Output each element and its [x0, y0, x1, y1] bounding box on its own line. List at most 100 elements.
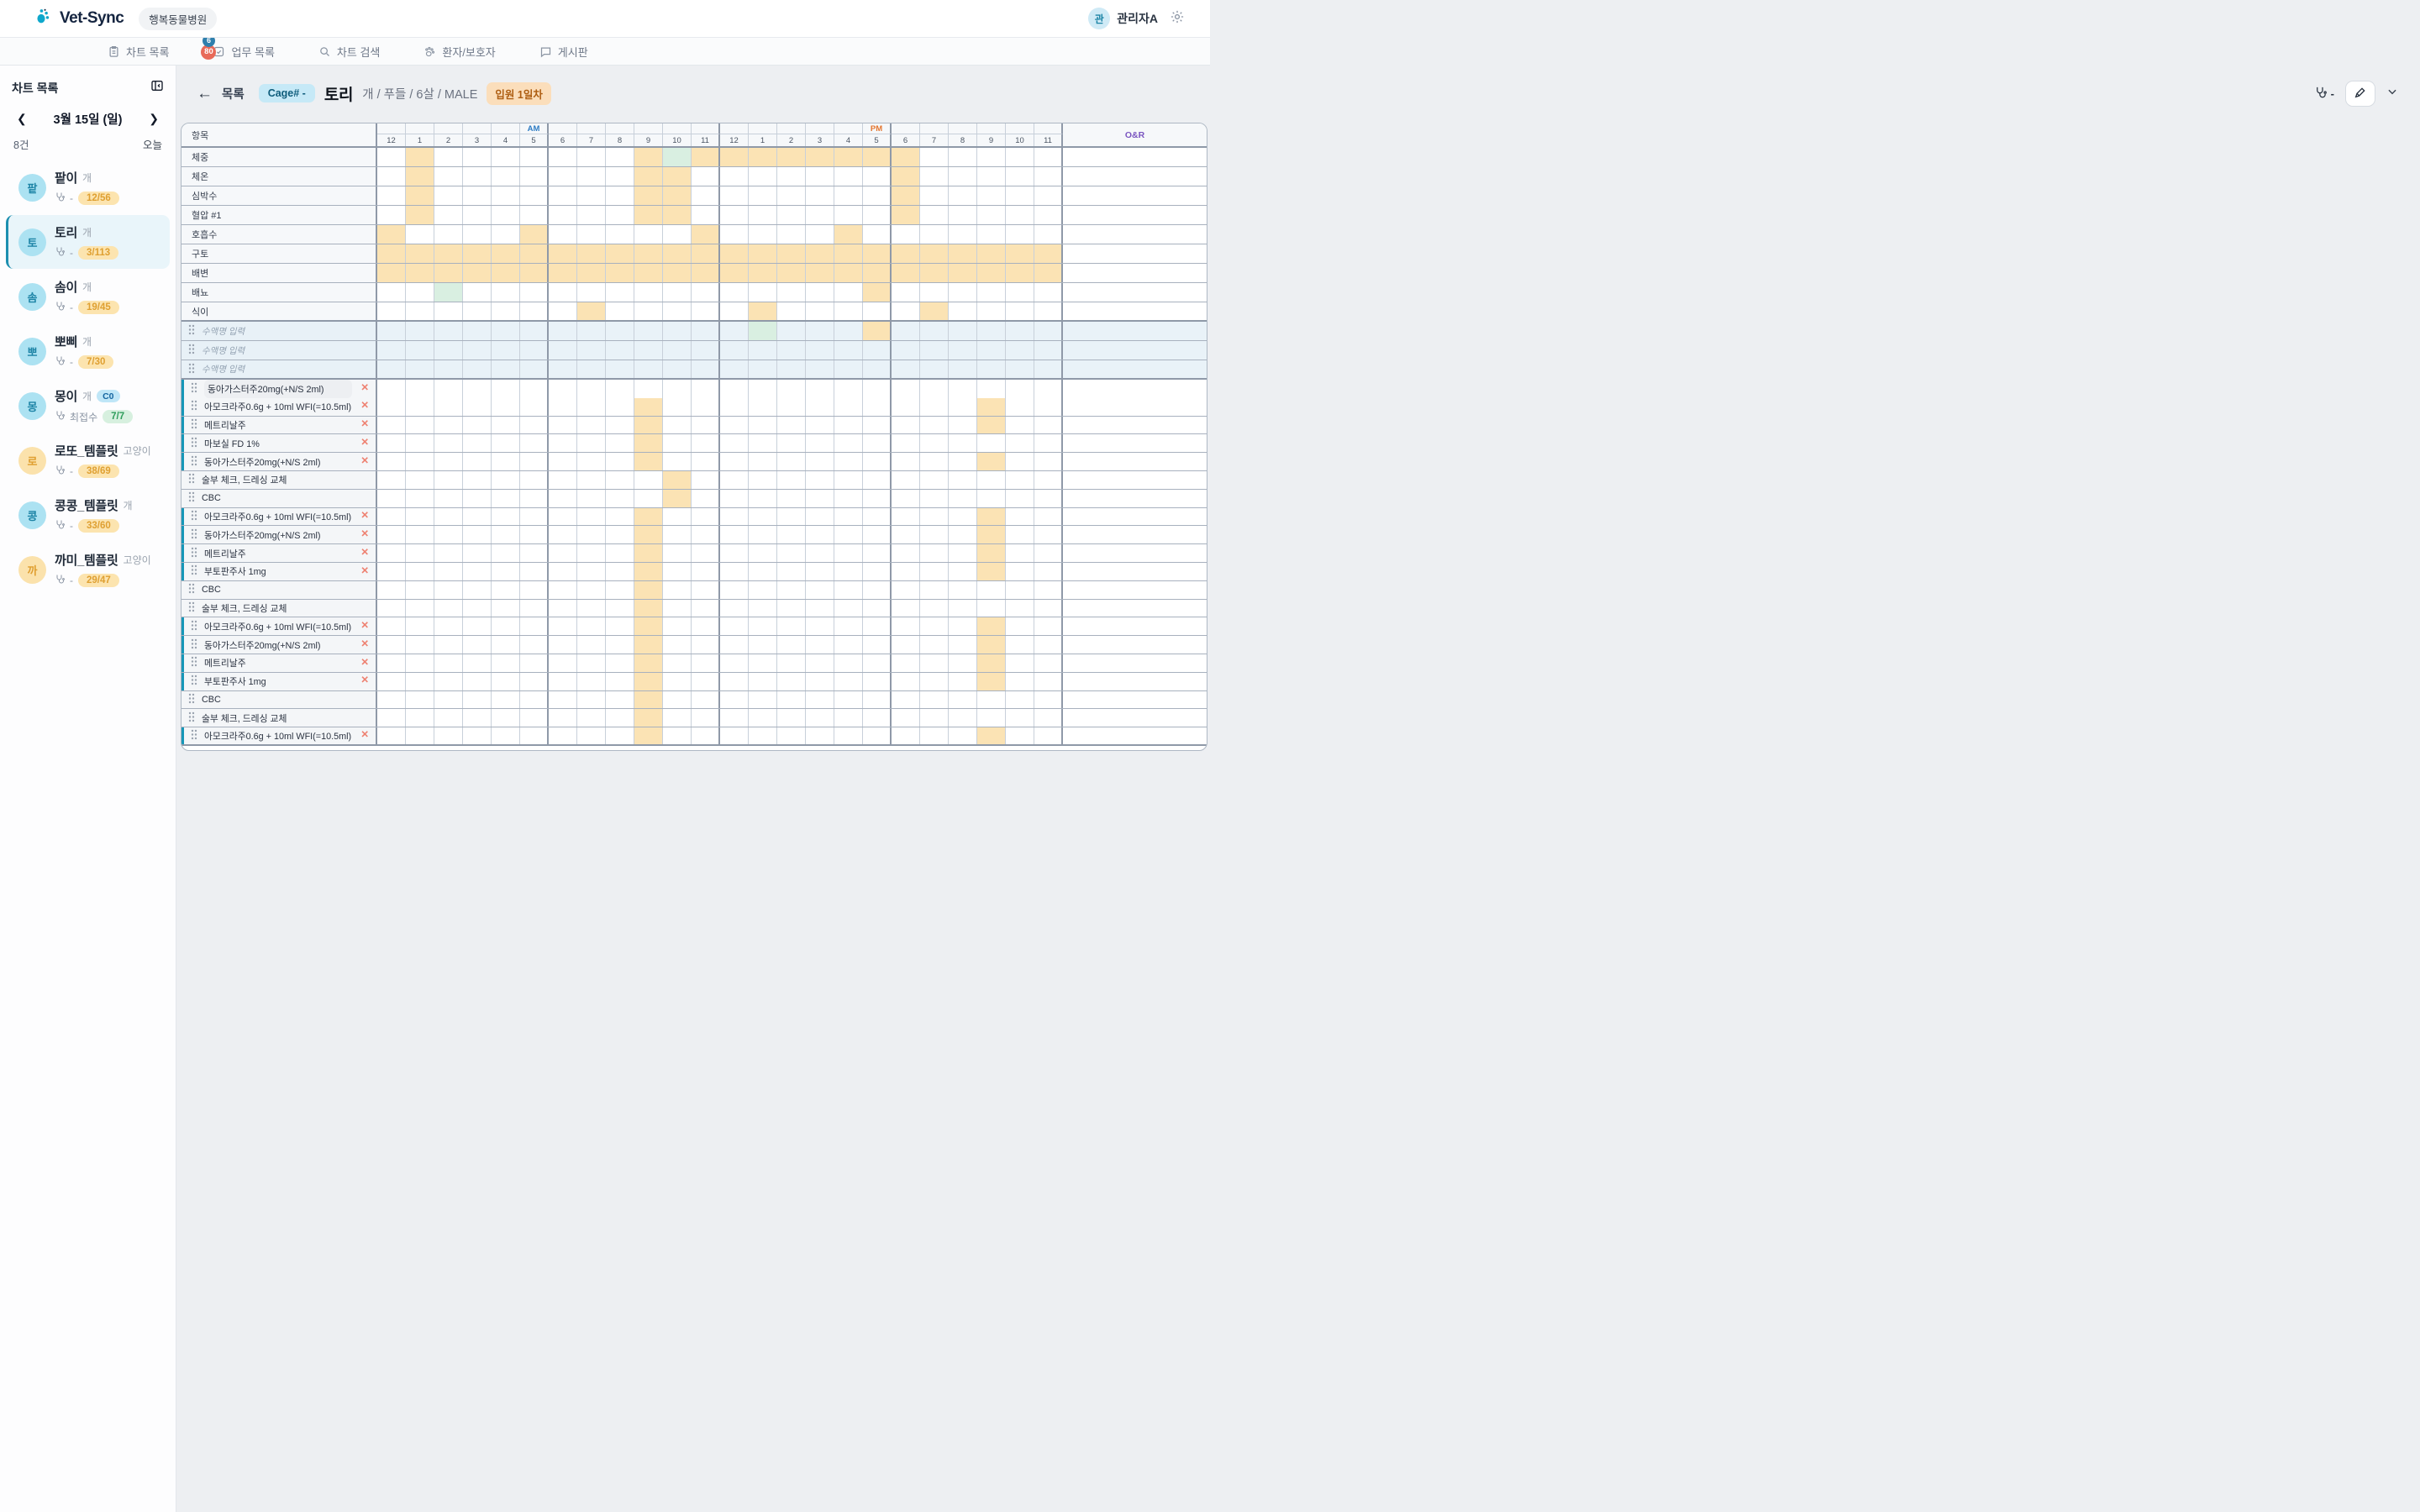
vital-cell[interactable]	[406, 148, 434, 166]
medication-cell[interactable]	[834, 380, 863, 398]
medication-cell[interactable]	[463, 654, 492, 672]
medication-cell[interactable]	[892, 544, 920, 562]
oar-cell[interactable]	[1063, 563, 1207, 580]
vital-row-label[interactable]: 배뇨	[182, 283, 377, 302]
fluid-cell[interactable]	[634, 360, 663, 378]
medication-cell[interactable]	[634, 471, 663, 489]
medication-cell[interactable]	[549, 508, 577, 526]
oar-cell[interactable]	[1063, 636, 1207, 654]
fluid-cell[interactable]	[1034, 341, 1063, 360]
medication-cell[interactable]	[1006, 581, 1034, 599]
medication-cell[interactable]	[463, 508, 492, 526]
medication-cell[interactable]	[549, 398, 577, 416]
vital-cell[interactable]	[1034, 167, 1063, 186]
medication-cell[interactable]	[892, 617, 920, 635]
vital-cell[interactable]	[520, 206, 549, 224]
vital-cell[interactable]	[1006, 283, 1034, 302]
medication-cell[interactable]	[1034, 636, 1063, 654]
medication-cell[interactable]	[863, 563, 892, 580]
vital-cell[interactable]	[692, 264, 720, 282]
medication-row-label[interactable]: 술부 체크, 드레싱 교체	[182, 471, 377, 489]
vital-cell[interactable]	[377, 148, 406, 166]
medication-cell[interactable]	[692, 380, 720, 398]
medication-cell[interactable]	[434, 727, 463, 744]
medication-cell[interactable]	[520, 600, 549, 617]
medication-cell[interactable]	[606, 490, 634, 507]
remove-medication-button[interactable]: ✕	[360, 420, 369, 430]
medication-cell[interactable]	[377, 544, 406, 562]
medication-cell[interactable]	[549, 727, 577, 744]
medication-cell[interactable]	[663, 709, 692, 727]
vital-cell[interactable]	[549, 225, 577, 244]
medication-cell[interactable]	[406, 600, 434, 617]
vital-cell[interactable]	[1034, 225, 1063, 244]
medication-cell[interactable]	[377, 673, 406, 690]
medication-cell[interactable]	[720, 453, 749, 470]
vital-cell[interactable]	[406, 225, 434, 244]
vital-cell[interactable]	[463, 244, 492, 263]
medication-cell[interactable]	[463, 691, 492, 709]
medication-cell[interactable]	[406, 563, 434, 580]
drag-handle-icon[interactable]	[191, 620, 197, 633]
medication-cell[interactable]	[1034, 453, 1063, 470]
vital-cell[interactable]	[692, 206, 720, 224]
medication-cell[interactable]	[663, 617, 692, 635]
medication-cell[interactable]	[434, 563, 463, 580]
medication-cell[interactable]	[577, 636, 606, 654]
medication-cell[interactable]	[692, 453, 720, 470]
vital-cell[interactable]	[977, 264, 1006, 282]
medication-cell[interactable]	[977, 581, 1006, 599]
medication-cell[interactable]	[949, 727, 977, 744]
medication-cell[interactable]	[834, 526, 863, 543]
fluid-cell[interactable]	[949, 341, 977, 360]
medication-cell[interactable]	[977, 709, 1006, 727]
vital-cell[interactable]	[863, 302, 892, 320]
medication-cell[interactable]	[520, 434, 549, 452]
medication-cell[interactable]	[406, 727, 434, 744]
vital-cell[interactable]	[634, 302, 663, 320]
vital-cell[interactable]	[1006, 225, 1034, 244]
drag-handle-icon[interactable]	[191, 400, 197, 413]
medication-cell[interactable]	[606, 471, 634, 489]
fluid-cell[interactable]	[949, 322, 977, 340]
vital-cell[interactable]	[1034, 206, 1063, 224]
drag-handle-icon[interactable]	[191, 528, 197, 542]
fluid-cell[interactable]	[663, 360, 692, 378]
fluid-cell[interactable]	[692, 322, 720, 340]
vital-cell[interactable]	[720, 283, 749, 302]
medication-cell[interactable]	[692, 600, 720, 617]
vital-cell[interactable]	[692, 148, 720, 166]
fluid-cell[interactable]	[377, 341, 406, 360]
vital-cell[interactable]	[606, 148, 634, 166]
fluid-cell[interactable]	[1006, 341, 1034, 360]
medication-cell[interactable]	[377, 600, 406, 617]
medication-cell[interactable]	[1034, 434, 1063, 452]
medication-cell[interactable]	[549, 709, 577, 727]
medication-cell[interactable]	[434, 709, 463, 727]
medication-cell[interactable]	[863, 673, 892, 690]
medication-cell[interactable]	[463, 417, 492, 434]
nav-patient-owner[interactable]: 환자/보호자	[424, 44, 495, 60]
medication-cell[interactable]	[834, 581, 863, 599]
fluid-name-input[interactable]: 수액명 입력	[202, 344, 245, 357]
fluid-cell[interactable]	[1034, 322, 1063, 340]
medication-cell[interactable]	[892, 563, 920, 580]
fluid-cell[interactable]	[834, 322, 863, 340]
user-menu[interactable]: 관 관리자A	[1088, 8, 1158, 29]
medication-cell[interactable]	[977, 636, 1006, 654]
patient-list-item[interactable]: 팥 팥이 개 - 12/56	[6, 160, 170, 214]
vital-cell[interactable]	[834, 225, 863, 244]
medication-row-label[interactable]: 메트리날주 ✕	[182, 654, 377, 672]
vital-cell[interactable]	[434, 148, 463, 166]
nav-task-list[interactable]: 6 80 업무 목록	[213, 44, 274, 60]
medication-cell[interactable]	[463, 434, 492, 452]
vital-cell[interactable]	[806, 244, 834, 263]
medication-cell[interactable]	[777, 434, 806, 452]
vital-cell[interactable]	[977, 167, 1006, 186]
drag-handle-icon[interactable]	[188, 363, 195, 376]
medication-cell[interactable]	[406, 398, 434, 416]
vital-cell[interactable]	[663, 264, 692, 282]
medication-cell[interactable]	[806, 380, 834, 398]
medication-cell[interactable]	[406, 526, 434, 543]
medication-cell[interactable]	[692, 508, 720, 526]
